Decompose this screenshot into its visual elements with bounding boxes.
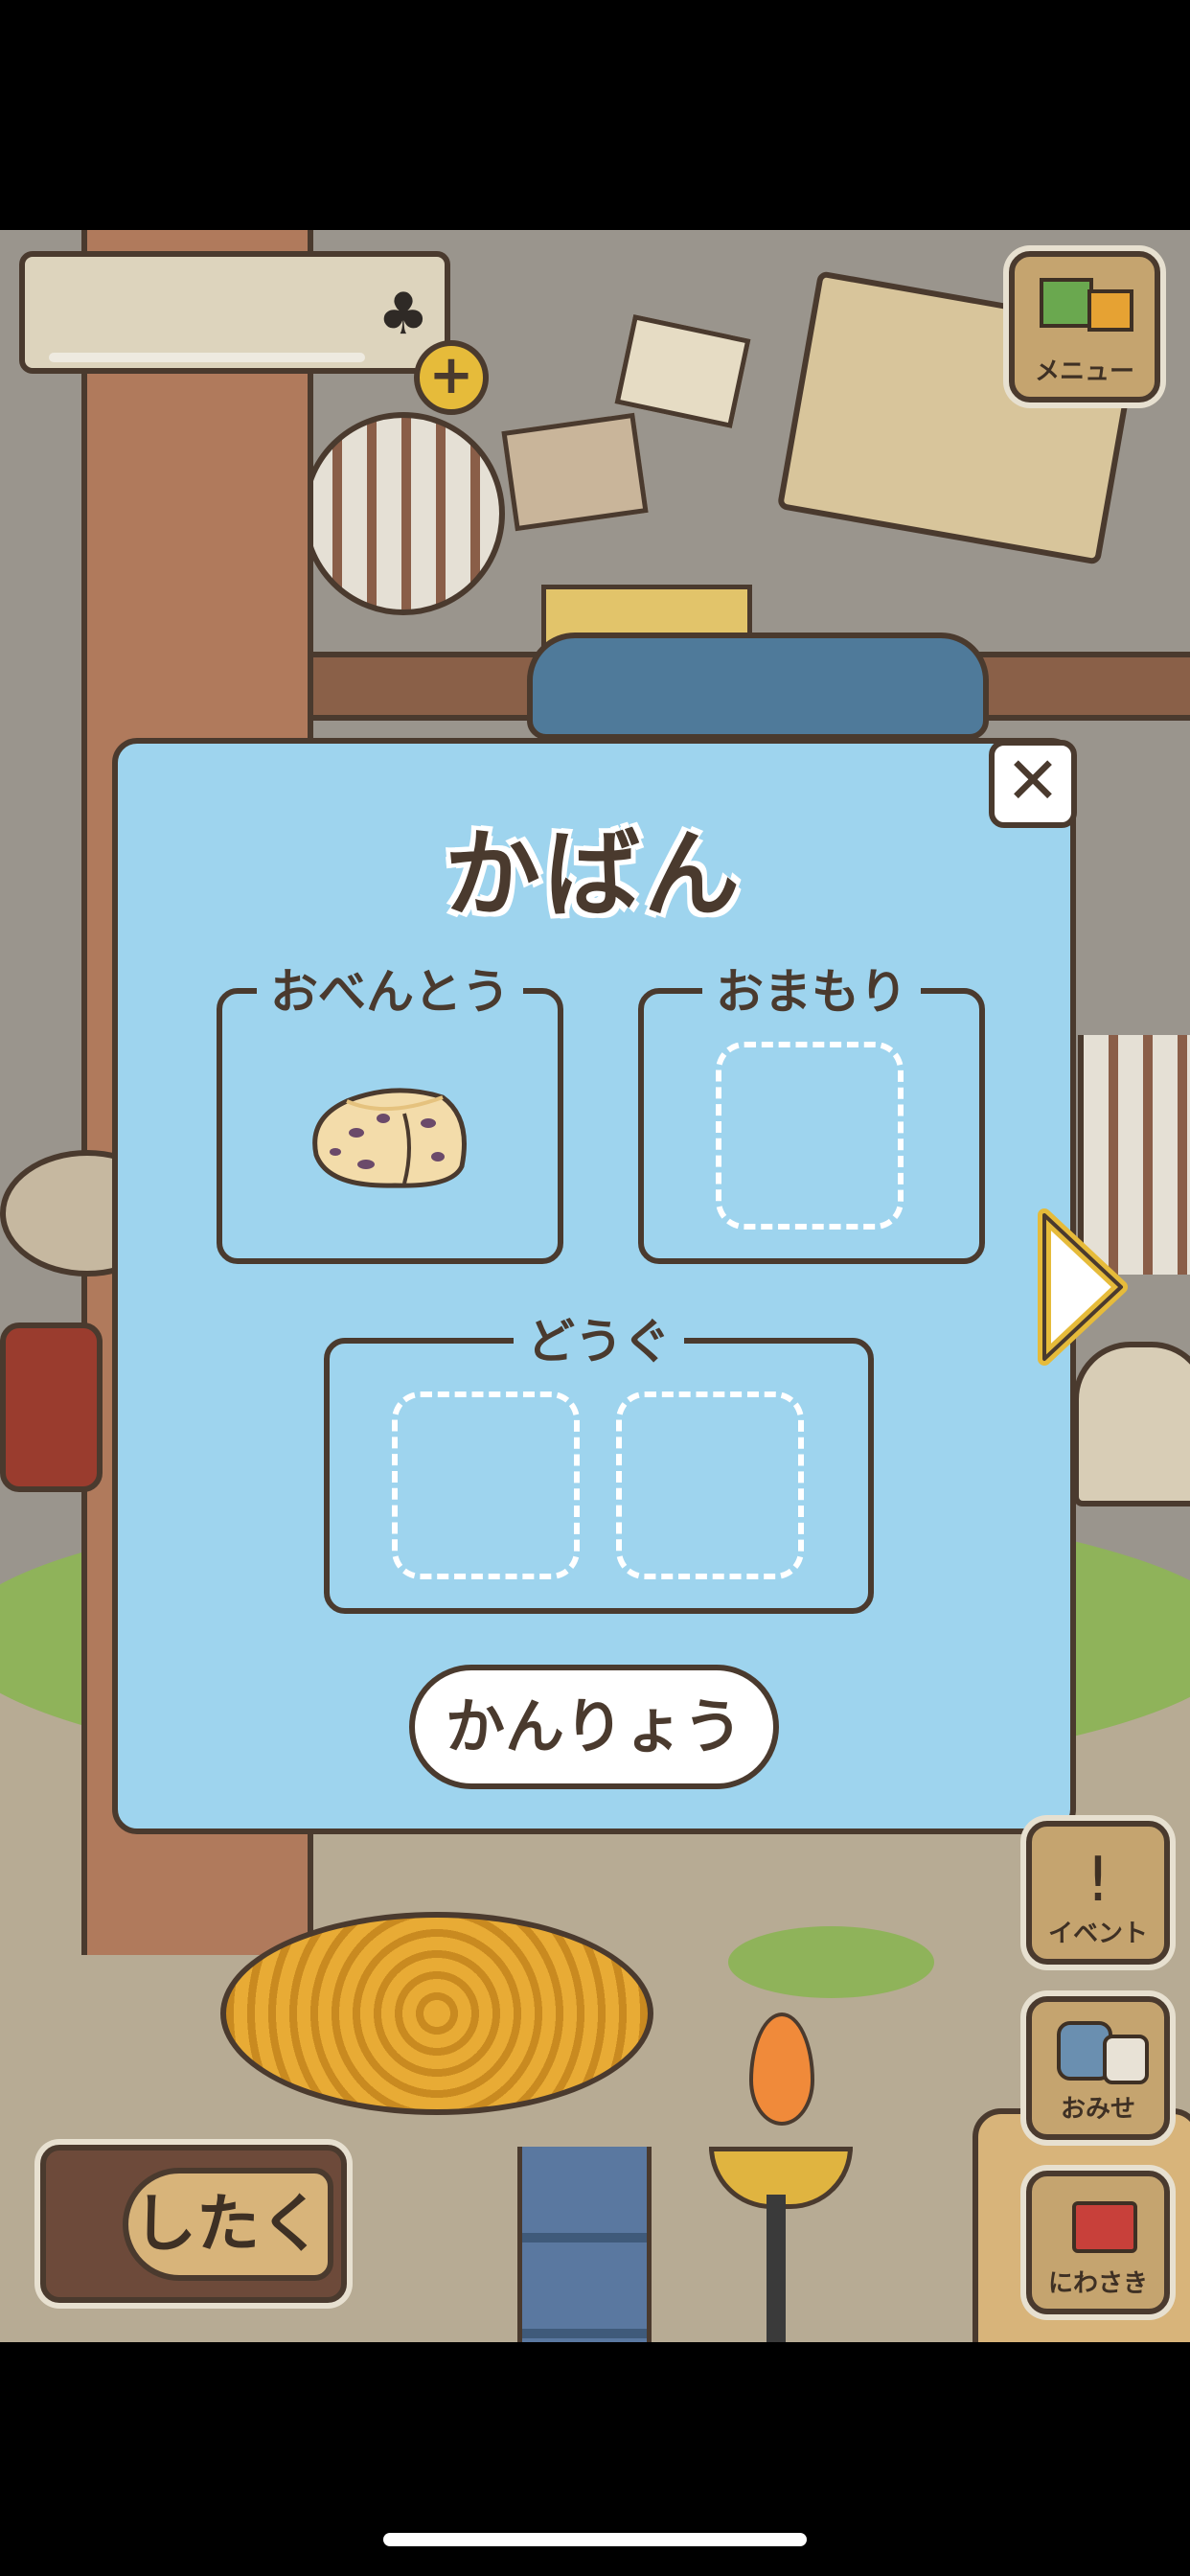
clover-icon: ♣ xyxy=(378,281,429,348)
charm-empty-slot[interactable] xyxy=(716,1042,904,1230)
tools-slot[interactable]: どうぐ xyxy=(324,1314,874,1614)
grass-patch xyxy=(728,1926,934,1998)
lunch-slot[interactable]: おべんとう xyxy=(217,964,563,1264)
tools-slot-label: どうぐ xyxy=(514,1314,684,1369)
pinned-note-2 xyxy=(501,412,649,532)
modal-title: かばん xyxy=(445,818,744,931)
menu-icon xyxy=(1040,278,1093,328)
menu-button[interactable]: メニュー xyxy=(1009,251,1160,402)
exclamation-icon: ! xyxy=(1086,1845,1110,1916)
shop-button[interactable]: おみせ xyxy=(1026,1996,1170,2140)
confirm-button[interactable]: かんりょう xyxy=(409,1665,779,1789)
charm-slot-label: おまもり xyxy=(702,964,921,1020)
charm-slot[interactable]: おまもり xyxy=(638,964,985,1264)
prepare-label: したく xyxy=(123,2168,333,2281)
garden-label: にわさき xyxy=(1047,2269,1148,2298)
menu-label: メニュー xyxy=(1034,357,1134,386)
round-rug xyxy=(220,1912,653,2115)
tool-empty-slot-2[interactable] xyxy=(616,1392,804,1579)
close-button[interactable]: ✕ xyxy=(989,740,1077,828)
lunch-slot-label: おべんとう xyxy=(257,964,523,1020)
bed-blanket xyxy=(527,632,989,740)
shop-bag-icon-2 xyxy=(1103,2035,1149,2084)
tool-empty-slot-1[interactable] xyxy=(392,1392,580,1579)
home-indicator[interactable] xyxy=(383,2533,807,2546)
add-clover-button[interactable]: + xyxy=(414,340,489,415)
candle-stand xyxy=(767,2195,786,2342)
event-label: イベント xyxy=(1047,1920,1148,1948)
jar xyxy=(0,1322,103,1492)
menu-icon-tile xyxy=(1087,289,1133,332)
mailbox-icon xyxy=(1072,2201,1137,2253)
scone-icon[interactable] xyxy=(309,1080,471,1190)
event-button[interactable]: ! イベント xyxy=(1026,1821,1170,1965)
garden-button[interactable]: にわさき xyxy=(1026,2171,1170,2314)
prepare-button[interactable]: したく xyxy=(40,2145,347,2303)
next-page-arrow-icon[interactable] xyxy=(1033,1206,1133,1368)
barred-window xyxy=(302,412,505,615)
shop-label: おみせ xyxy=(1060,2095,1135,2124)
hanging-clothes xyxy=(517,2147,652,2342)
clover-counter: ♣ xyxy=(19,251,450,374)
clover-counter-track xyxy=(49,353,365,362)
